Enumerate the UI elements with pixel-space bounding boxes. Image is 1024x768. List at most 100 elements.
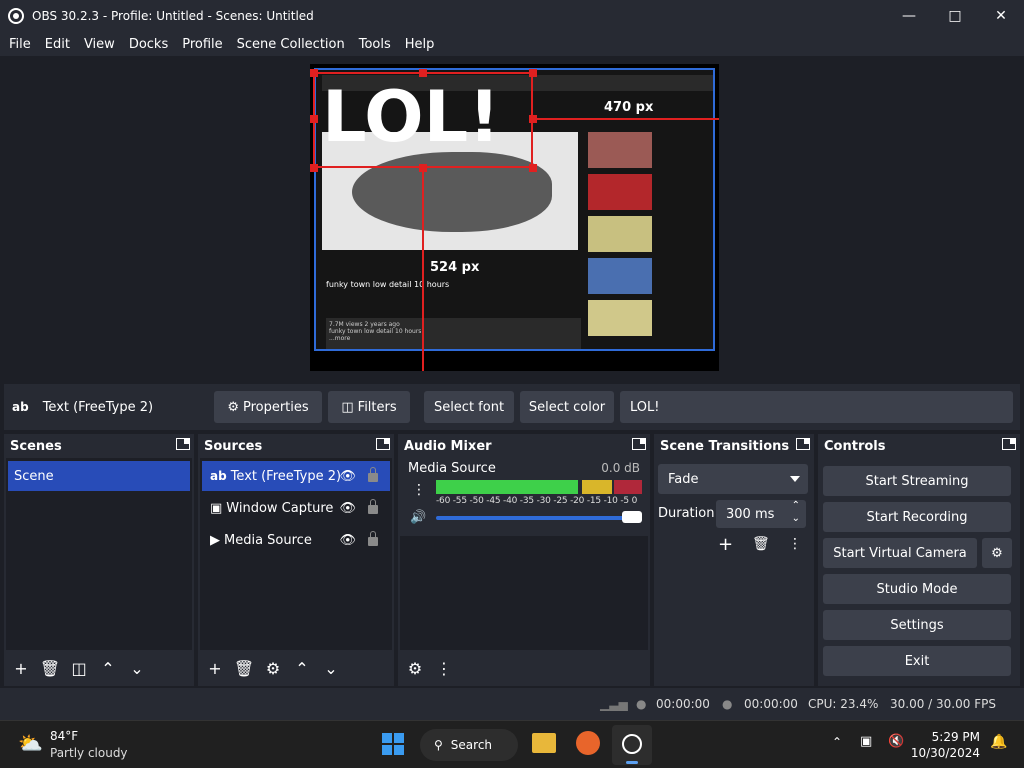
duration-label: Duration — [658, 506, 715, 521]
resize-handle[interactable] — [529, 164, 537, 172]
lock-icon[interactable] — [368, 499, 378, 514]
lock-icon[interactable] — [368, 467, 378, 482]
menu-file[interactable]: File — [2, 37, 38, 52]
eye-icon[interactable]: 👁 — [339, 469, 356, 484]
start-virtual-camera-button[interactable]: Start Virtual Camera — [823, 538, 977, 568]
filter-icon[interactable]: ◫ — [66, 655, 92, 681]
select-font-button[interactable]: Select font — [424, 391, 514, 423]
trash-icon[interactable]: 🗑 — [231, 655, 257, 681]
more-icon[interactable]: ⋮ — [431, 655, 457, 681]
resize-handle[interactable] — [310, 164, 318, 172]
undock-icon[interactable] — [632, 438, 646, 450]
distance-guide-vertical — [422, 168, 424, 371]
filters-button[interactable]: ◫ Filters — [328, 391, 410, 423]
source-name: Window Capture — [226, 500, 334, 516]
close-button[interactable]: ✕ — [978, 0, 1024, 32]
more-icon[interactable]: ⋮ — [788, 536, 802, 552]
captured-description: 7.7M views 2 years ago funky town low de… — [326, 318, 581, 349]
minimize-button[interactable]: — — [886, 0, 932, 32]
undock-icon[interactable] — [176, 438, 190, 450]
menu-profile[interactable]: Profile — [175, 37, 229, 52]
down-arrow-icon[interactable]: ⌄ — [124, 655, 150, 681]
speaker-icon[interactable]: 🔊 — [410, 510, 426, 525]
captured-sidebar-item — [588, 174, 713, 212]
notification-icon[interactable]: 🔔 — [990, 734, 1007, 750]
active-indicator — [626, 761, 638, 764]
up-arrow-icon[interactable]: ⌃ — [289, 655, 315, 681]
windows-taskbar: ⛅ 84°F Partly cloudy ⚲ Search ⌃ ▣ 🔇 5:29… — [0, 720, 1024, 768]
firefox-icon[interactable] — [576, 731, 600, 755]
menu-help[interactable]: Help — [398, 37, 442, 52]
play-icon: ▶ — [210, 532, 220, 548]
horizontal-distance-label: 470 px — [604, 100, 654, 115]
start-streaming-button[interactable]: Start Streaming — [823, 466, 1011, 496]
resize-handle[interactable] — [419, 69, 427, 77]
undock-icon[interactable] — [1002, 438, 1016, 450]
resize-handle[interactable] — [310, 115, 318, 123]
text-value-input[interactable]: LOL! — [620, 391, 1013, 423]
captured-sidebar-item — [588, 300, 713, 338]
weather-temperature[interactable]: 84°F — [50, 729, 78, 743]
captured-video-title: funky town low detail 10 hours — [326, 280, 450, 289]
up-arrow-icon[interactable]: ⌃ — [95, 655, 121, 681]
menu-docks[interactable]: Docks — [122, 37, 175, 52]
gear-icon[interactable]: ⚙ — [260, 655, 286, 681]
speaker-muted-icon[interactable]: 🔇 — [888, 734, 904, 749]
scene-item[interactable]: Scene — [8, 461, 190, 491]
start-icon[interactable] — [382, 733, 404, 755]
gear-icon[interactable]: ⚙ — [402, 655, 428, 681]
volume-slider-knob[interactable] — [622, 511, 642, 523]
chevron-down-icon[interactable]: ⌄ — [792, 513, 800, 524]
menu-edit[interactable]: Edit — [38, 37, 77, 52]
maximize-button[interactable]: □ — [932, 0, 978, 32]
undock-icon[interactable] — [796, 438, 810, 450]
menu-tools[interactable]: Tools — [352, 37, 398, 52]
select-color-button[interactable]: Select color — [520, 391, 614, 423]
scenes-dock: Scenes Scene + 🗑 ◫ ⌃ ⌄ — [4, 434, 194, 686]
menu-scene-collection[interactable]: Scene Collection — [230, 37, 352, 52]
thumbnail — [588, 216, 652, 252]
settings-button[interactable]: Settings — [823, 610, 1011, 640]
exit-button[interactable]: Exit — [823, 646, 1011, 676]
eye-icon[interactable]: 👁 — [339, 533, 356, 548]
scenes-footer: + 🗑 ◫ ⌃ ⌄ — [4, 650, 194, 686]
preview-area[interactable]: funky town low detail 10 hours 7.7M view… — [4, 58, 1020, 380]
virtual-camera-settings-button[interactable]: ⚙ — [982, 538, 1012, 568]
source-item[interactable]: ▶ Media Source 👁 — [202, 525, 390, 555]
resize-handle[interactable] — [310, 69, 318, 77]
chevron-up-icon[interactable]: ⌃ — [832, 735, 842, 749]
add-icon[interactable]: + — [202, 655, 228, 681]
studio-mode-button[interactable]: Studio Mode — [823, 574, 1011, 604]
lock-icon[interactable] — [368, 531, 378, 546]
undock-icon[interactable] — [376, 438, 390, 450]
eye-icon[interactable]: 👁 — [339, 501, 356, 516]
weather-description[interactable]: Partly cloudy — [50, 746, 128, 760]
properties-button[interactable]: ⚙ Properties — [214, 391, 322, 423]
cpu-usage: CPU: 23.4% — [808, 697, 879, 711]
network-icon[interactable]: ▣ — [860, 734, 872, 749]
down-arrow-icon[interactable]: ⌄ — [318, 655, 344, 681]
add-icon[interactable]: + — [718, 534, 733, 555]
trash-icon[interactable]: 🗑 — [752, 536, 770, 552]
preview-canvas[interactable]: funky town low detail 10 hours 7.7M view… — [310, 64, 719, 371]
taskbar-search[interactable]: ⚲ Search — [420, 729, 518, 761]
selection-box[interactable] — [313, 72, 533, 168]
system-clock[interactable]: 5:29 PM 10/30/2024 — [911, 729, 980, 761]
transition-select[interactable]: Fade — [658, 464, 808, 494]
source-item[interactable]: ▣ Window Capture 👁 — [202, 493, 390, 523]
text-source-icon: ab — [12, 400, 29, 414]
menu-view[interactable]: View — [77, 37, 122, 52]
more-icon[interactable]: ⋮ — [412, 482, 426, 498]
volume-slider[interactable] — [436, 516, 640, 520]
trash-icon[interactable]: 🗑 — [37, 655, 63, 681]
start-recording-button[interactable]: Start Recording — [823, 502, 1011, 532]
duration-input[interactable]: 300 ms ⌃ ⌄ — [716, 500, 806, 528]
file-explorer-icon[interactable] — [532, 733, 556, 753]
weather-icon[interactable]: ⛅ — [18, 731, 43, 755]
audio-mixer-dock: Audio Mixer Media Source 0.0 dB ⋮ -60 -5… — [398, 434, 650, 686]
obs-taskbar-button[interactable] — [612, 725, 652, 765]
source-item[interactable]: ab Text (FreeType 2) 👁 — [202, 461, 390, 491]
resize-handle[interactable] — [529, 69, 537, 77]
add-icon[interactable]: + — [8, 655, 34, 681]
chevron-up-icon[interactable]: ⌃ — [792, 500, 800, 511]
